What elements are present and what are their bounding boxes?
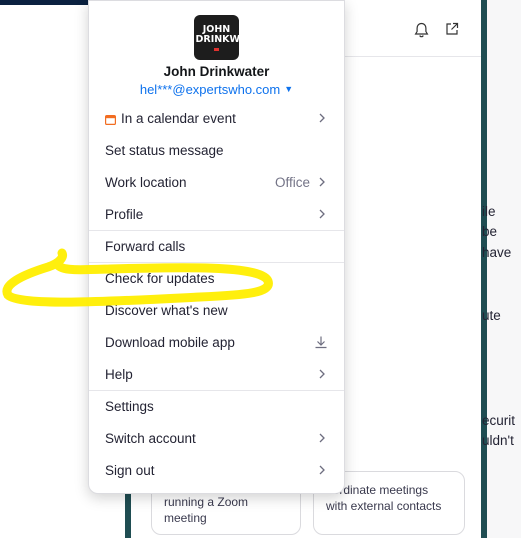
chevron-right-icon bbox=[319, 177, 325, 187]
menu-item-label: Download mobile app bbox=[105, 334, 235, 350]
menu-item-label: Profile bbox=[105, 206, 144, 222]
menu-item-label: Settings bbox=[105, 398, 154, 414]
chevron-right-icon bbox=[319, 113, 325, 123]
download-icon bbox=[315, 336, 327, 349]
menu-item-download-mobile[interactable]: Download mobile app bbox=[89, 326, 344, 358]
chevron-right-icon bbox=[319, 369, 325, 379]
card-text: running a Zoom meeting bbox=[164, 495, 249, 525]
chevron-right-icon bbox=[319, 209, 325, 219]
pop-out-icon[interactable] bbox=[445, 22, 459, 38]
work-location-value: Office bbox=[274, 174, 310, 190]
header-icons bbox=[414, 22, 459, 38]
chevron-right-icon bbox=[319, 465, 325, 475]
menu-item-profile[interactable]: Profile bbox=[89, 198, 344, 230]
menu-item-label: Set status message bbox=[105, 142, 224, 158]
chevron-right-icon bbox=[319, 433, 325, 443]
menu-item-check-updates[interactable]: Check for updates bbox=[89, 262, 344, 294]
menu-item-label: Sign out bbox=[105, 462, 155, 478]
menu-item-switch-account[interactable]: Switch account bbox=[89, 422, 344, 454]
menu-item-label: In a calendar event bbox=[121, 110, 236, 126]
menu-item-forward-calls[interactable]: Forward calls bbox=[89, 230, 344, 262]
menu-item-label: Forward calls bbox=[105, 238, 186, 254]
menu-item-discover-new[interactable]: Discover what's new bbox=[89, 294, 344, 326]
menu-item-help[interactable]: Help bbox=[89, 358, 344, 390]
user-name: John Drinkwater bbox=[163, 64, 270, 79]
menu-item-label: Work location bbox=[105, 174, 187, 190]
user-email: hel***@expertswho.com bbox=[139, 82, 281, 97]
menu-item-label: Discover what's new bbox=[105, 302, 228, 318]
text-fragment: uldn't bbox=[482, 433, 514, 448]
menu-item-status-message[interactable]: Set status message bbox=[89, 134, 344, 166]
top-bar-strip bbox=[0, 0, 95, 5]
text-fragment: be bbox=[482, 224, 498, 239]
menu-item-sign-out[interactable]: Sign out bbox=[89, 454, 344, 486]
text-fragment: ute bbox=[482, 308, 501, 323]
menu-item-settings[interactable]: Settings bbox=[89, 390, 344, 422]
menu-item-work-location[interactable]: Work location Office bbox=[89, 166, 344, 198]
avatar-text: JOHN DRINKWATER bbox=[195, 23, 240, 45]
bell-icon[interactable] bbox=[414, 22, 429, 38]
menu-item-label: Check for updates bbox=[105, 270, 215, 286]
profile-menu: JOHN DRINKWATER John Drinkwater hel***@e… bbox=[88, 0, 345, 494]
avatar-dot bbox=[214, 47, 219, 51]
calendar-icon bbox=[105, 113, 117, 125]
chevron-down-icon: ▼ bbox=[284, 84, 294, 94]
background-right-area bbox=[487, 0, 521, 538]
menu-item-label: Switch account bbox=[105, 430, 196, 446]
text-fragment: ecurit bbox=[482, 413, 516, 428]
menu-item-label: Help bbox=[105, 366, 133, 382]
text-fragment: have bbox=[482, 245, 512, 260]
avatar: JOHN DRINKWATER bbox=[194, 15, 239, 60]
text-fragment: ile bbox=[482, 204, 496, 219]
menu-item-calendar-event[interactable]: In a calendar event bbox=[89, 102, 344, 134]
account-selector[interactable]: hel***@expertswho.com ▼ bbox=[89, 82, 344, 97]
